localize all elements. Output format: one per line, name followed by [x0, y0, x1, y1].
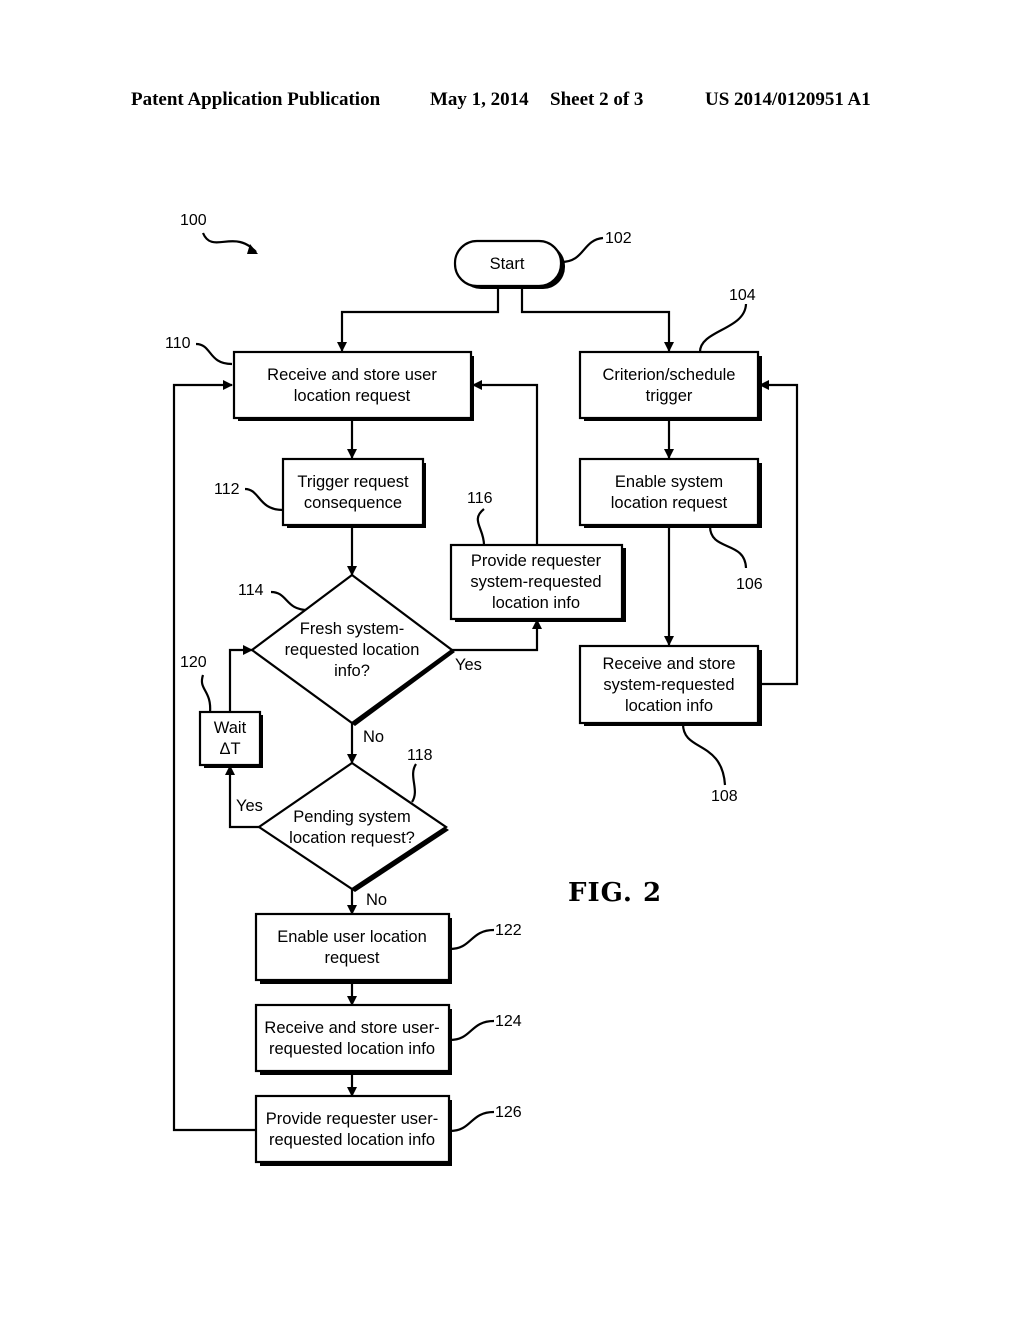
node-114-label-3: info? — [334, 662, 370, 680]
node-122-label-2: request — [324, 949, 379, 967]
leader-108 — [681, 723, 727, 786]
ref-110: 110 — [165, 335, 191, 352]
node-118-label-2: location request? — [289, 829, 415, 847]
node-122-label-1: Enable user location — [277, 928, 427, 946]
leader-124 — [449, 1019, 495, 1042]
ref-100: 100 — [180, 212, 207, 229]
figure-label: FIG. 2 — [568, 878, 662, 908]
leader-102 — [560, 236, 604, 264]
node-106-shape — [578, 457, 760, 527]
ref-114: 114 — [238, 582, 264, 599]
node-116-label-2: system-requested — [470, 573, 601, 591]
node-114-label-2: requested location — [285, 641, 420, 659]
ref-104: 104 — [729, 287, 756, 304]
node-112-shape — [281, 457, 425, 527]
edge-start-to-110 — [337, 286, 500, 352]
node-116-label-1: Provide requester — [471, 552, 602, 570]
node-118-label-1: Pending system — [293, 808, 410, 826]
edge-116-to-110 — [472, 380, 539, 545]
leader-116 — [476, 508, 486, 546]
edge-108-to-104 — [759, 380, 799, 686]
ref-126: 126 — [495, 1104, 522, 1121]
leader-106 — [708, 525, 748, 569]
ref-108: 108 — [711, 788, 738, 805]
node-118-shape — [257, 761, 448, 891]
node-104-shape — [578, 350, 760, 420]
node-108-label-1: Receive and store — [603, 655, 736, 673]
ref-116: 116 — [467, 490, 493, 507]
node-124-label-2: requested location info — [269, 1040, 435, 1058]
node-108-label-3: location info — [625, 697, 713, 715]
ref-106: 106 — [736, 576, 763, 593]
leader-114 — [270, 590, 309, 612]
node-110-label-1: Receive and store user — [267, 366, 437, 384]
node-126-shape — [254, 1094, 451, 1164]
leader-120 — [200, 674, 212, 714]
node-112-label-1: Trigger request — [297, 473, 409, 491]
ref-120: 120 — [180, 654, 207, 671]
node-110-shape — [232, 350, 473, 420]
node-126-label-1: Provide requester user- — [266, 1110, 438, 1128]
node-104-label-1: Criterion/schedule — [603, 366, 736, 384]
ref-122: 122 — [495, 922, 522, 939]
edge-start-to-104 — [520, 286, 674, 352]
node-106-label-2: location request — [611, 494, 728, 512]
node-112-label-2: consequence — [304, 494, 402, 512]
node-126-label-2: requested location info — [269, 1131, 435, 1149]
node-114-label-1: Fresh system- — [300, 620, 405, 638]
leader-104 — [698, 303, 748, 353]
leader-126 — [449, 1110, 495, 1133]
edge-label-pending-no: No — [366, 891, 387, 909]
leader-100 — [201, 232, 257, 253]
edge-120-to-114 — [228, 645, 253, 712]
node-106-label-1: Enable system — [615, 473, 723, 491]
leader-118 — [411, 763, 417, 803]
flowchart: Start Receive and store user location re… — [165, 212, 799, 1166]
node-108-label-2: system-requested — [603, 676, 734, 694]
ref-118: 118 — [407, 747, 433, 764]
leader-112 — [244, 487, 284, 512]
leader-110 — [195, 342, 233, 366]
leader-122 — [449, 928, 495, 951]
node-120-label-1: Wait — [214, 719, 247, 737]
node-116-label-3: location info — [492, 594, 580, 612]
ref-102: 102 — [605, 230, 632, 247]
node-122-shape — [254, 912, 451, 982]
edge-114-yes-to-116 — [452, 619, 542, 652]
node-124-label-1: Receive and store user- — [264, 1019, 439, 1037]
ref-112: 112 — [214, 481, 240, 498]
edge-label-fresh-yes: Yes — [455, 656, 482, 674]
edge-label-pending-yes: Yes — [236, 797, 263, 815]
node-120-label-2: ΔT — [219, 740, 240, 758]
node-110-label-2: location request — [294, 387, 411, 405]
node-start-label: Start — [490, 255, 525, 273]
edge-label-fresh-no: No — [363, 728, 384, 746]
node-124-shape — [254, 1003, 451, 1073]
ref-124: 124 — [495, 1013, 522, 1030]
node-104-label-2: trigger — [646, 387, 693, 405]
